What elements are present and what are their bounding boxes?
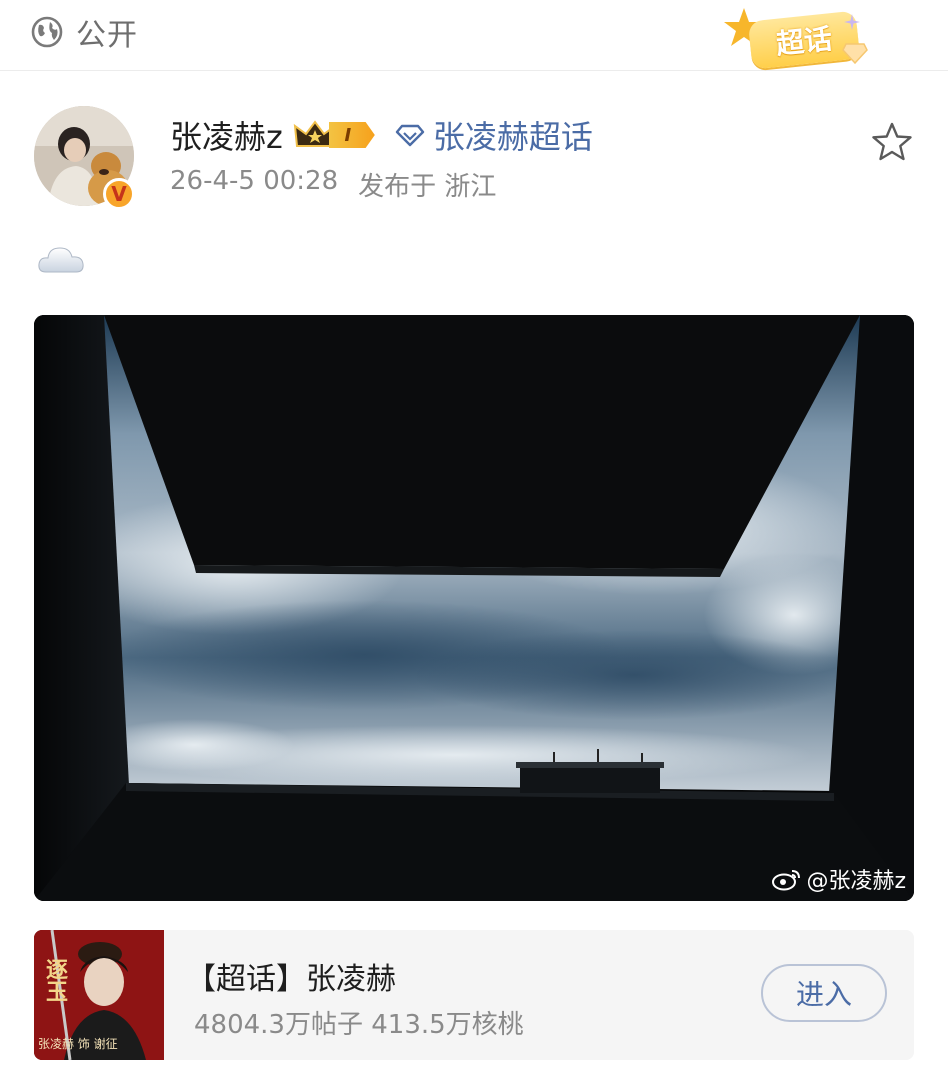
super-topic-label: 张凌赫超话 bbox=[432, 118, 593, 156]
window-sky-photo bbox=[34, 315, 914, 901]
top-bar: 公开 超话 bbox=[0, 0, 948, 71]
super-topic-card[interactable]: 逐玉 张凌赫 饰 谢征 【超话】张凌赫 4804.3万帖子 413.5万核桃 进… bbox=[34, 930, 914, 1060]
post-meta: 26-4-5 00:28 发布于 浙江 bbox=[170, 166, 496, 203]
visibility-label: 公开 bbox=[76, 18, 138, 53]
super-topic-badge[interactable]: 超话 bbox=[722, 6, 872, 70]
gem-icon bbox=[842, 43, 868, 64]
favorite-star-icon[interactable] bbox=[870, 120, 914, 164]
sparkle-icon bbox=[844, 14, 860, 30]
topic-card-stats: 4804.3万帖子 413.5万核桃 bbox=[194, 1010, 524, 1040]
super-topic-link[interactable]: 张凌赫超话 bbox=[395, 112, 593, 158]
enter-button[interactable]: 进入 bbox=[761, 964, 887, 1022]
poster-title-text: 逐玉 bbox=[42, 958, 67, 1002]
globe-icon bbox=[31, 16, 63, 48]
post-timestamp: 26-4-5 00:28 bbox=[170, 166, 339, 196]
poster-caption-text: 张凌赫 饰 谢征 bbox=[38, 1037, 118, 1051]
watermark-text: @张凌赫z bbox=[806, 869, 906, 894]
level-badge: I bbox=[328, 122, 375, 148]
diamond-icon bbox=[395, 124, 425, 147]
topic-card-title: 【超话】张凌赫 bbox=[186, 962, 396, 997]
author-name-row: 张凌赫z I 张凌赫超话 bbox=[170, 112, 593, 158]
post-location: 发布于 浙江 bbox=[358, 172, 497, 202]
verified-badge-icon: V bbox=[103, 178, 135, 210]
image-watermark: @张凌赫z bbox=[772, 863, 906, 895]
cloud-emoji-icon bbox=[38, 247, 84, 273]
topic-thumbnail: 逐玉 张凌赫 饰 谢征 bbox=[34, 930, 164, 1060]
visibility-indicator[interactable]: 公开 bbox=[30, 12, 138, 53]
weibo-logo-icon bbox=[772, 870, 801, 891]
post-image[interactable]: @张凌赫z bbox=[34, 315, 914, 901]
author-name[interactable]: 张凌赫z bbox=[170, 112, 283, 158]
